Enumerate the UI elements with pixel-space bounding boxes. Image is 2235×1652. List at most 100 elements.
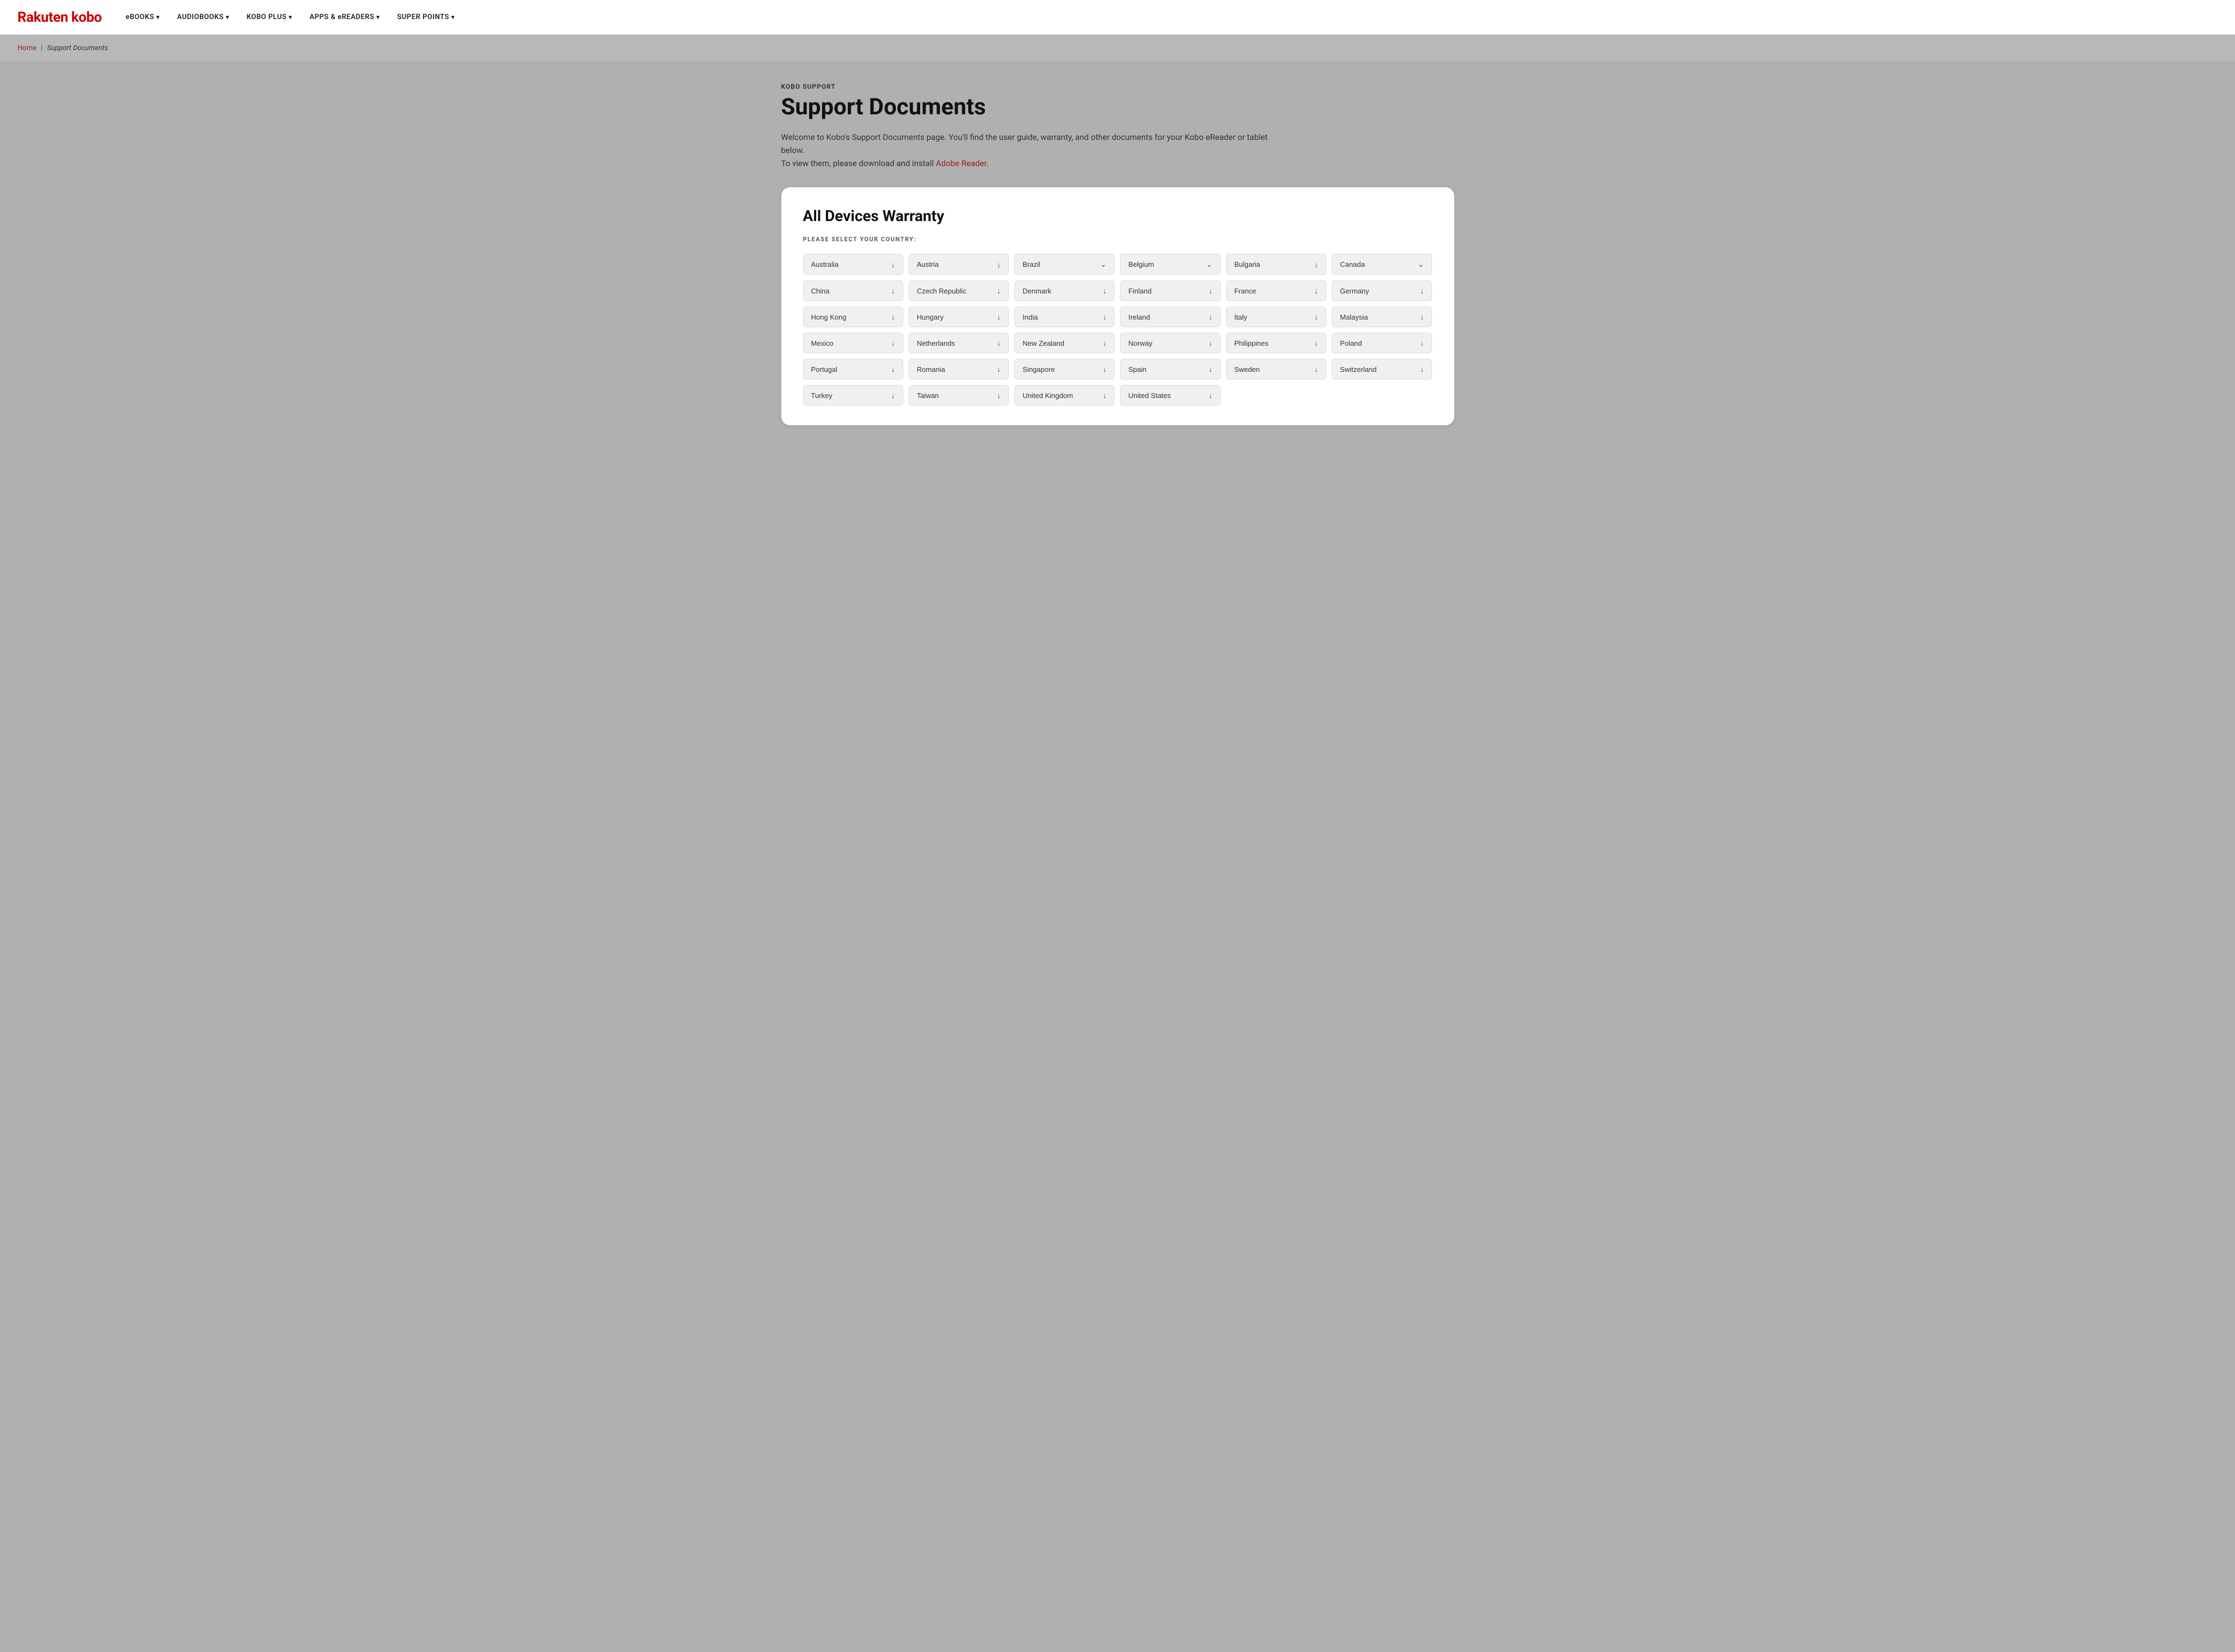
country-button[interactable]: Australia↓ <box>803 254 903 275</box>
download-icon: ↓ <box>1314 365 1318 374</box>
download-icon: ↓ <box>997 286 1001 295</box>
country-button[interactable]: Germany↓ <box>1332 280 1432 301</box>
country-name: United Kingdom <box>1022 391 1098 400</box>
country-button[interactable]: India ↓ <box>1014 307 1115 327</box>
download-icon: ↓ <box>1209 313 1213 321</box>
country-name: Australia <box>811 260 887 268</box>
download-icon: ↓ <box>1209 365 1213 374</box>
page-description: Welcome to Kobo's Support Documents page… <box>781 131 1271 170</box>
main-content: KOBO SUPPORT Support Documents Welcome t… <box>0 61 2235 447</box>
country-button[interactable]: Austria↓ <box>909 254 1009 275</box>
country-button[interactable]: Taiwan ↓ <box>909 385 1009 406</box>
country-name: Taiwan <box>917 391 993 400</box>
country-name: Germany <box>1340 287 1416 295</box>
country-button[interactable]: Canada ⌄ <box>1332 254 1432 275</box>
nav-audiobooks[interactable]: AUDIOBOOKS ▾ <box>170 9 236 26</box>
country-button[interactable]: Netherlands↓ <box>909 333 1009 353</box>
country-name: Switzerland <box>1340 365 1416 374</box>
nav-koboplus[interactable]: KOBO PLUS ▾ <box>240 9 299 26</box>
page-title: Support Documents <box>781 95 1454 120</box>
nav-apps-chevron: ▾ <box>376 14 379 21</box>
download-icon: ↓ <box>997 339 1001 347</box>
download-icon: ↓ <box>997 391 1001 400</box>
country-button[interactable]: Philippines↓ <box>1226 333 1326 353</box>
site-header: Rakuten kobo eBOOKS ▾ AUDIOBOOKS ▾ KOBO … <box>0 0 2235 35</box>
download-icon: ↓ <box>1314 313 1318 321</box>
country-button[interactable]: Belgium⌄ <box>1120 254 1220 275</box>
country-button[interactable]: Italy↓ <box>1226 307 1326 327</box>
country-button[interactable]: Hong Kong ↓ <box>803 307 903 327</box>
country-button[interactable]: Ireland ↓ <box>1120 307 1220 327</box>
warranty-card: All Devices Warranty PLEASE SELECT YOUR … <box>781 187 1454 425</box>
country-button[interactable]: United States↓ <box>1120 385 1220 406</box>
country-button[interactable]: Spain↓ <box>1120 359 1220 380</box>
adobe-reader-link[interactable]: Adobe Reader. <box>936 158 989 168</box>
country-name: Norway <box>1128 339 1204 347</box>
country-name: Turkey <box>811 391 887 400</box>
download-icon: ↓ <box>891 313 895 321</box>
country-button[interactable]: Mexico ↓ <box>803 333 903 353</box>
country-name: China <box>811 287 887 295</box>
country-name: New Zealand <box>1022 339 1098 347</box>
country-button[interactable]: China↓ <box>803 280 903 301</box>
download-icon: ↓ <box>997 260 1001 269</box>
country-name: Hungary <box>917 313 993 321</box>
nav-superpoints-label: SUPER POINTS <box>397 13 449 21</box>
nav-apps-label: APPS & eREADERS <box>309 13 374 21</box>
country-button[interactable]: Bulgaria↓ <box>1226 254 1326 275</box>
country-button[interactable]: United Kingdom ↓ <box>1014 385 1115 406</box>
logo[interactable]: Rakuten kobo <box>17 9 102 26</box>
country-name: India <box>1022 313 1098 321</box>
chevron-down-icon: ⌄ <box>1418 260 1424 269</box>
country-name: Belgium <box>1128 260 1202 268</box>
country-name: Hong Kong <box>811 313 887 321</box>
breadcrumb-home-link[interactable]: Home <box>17 44 36 52</box>
download-icon: ↓ <box>1103 365 1106 374</box>
download-icon: ↓ <box>1103 313 1106 321</box>
country-name: Romania <box>917 365 993 374</box>
nav-ebooks[interactable]: eBOOKS ▾ <box>119 9 166 26</box>
nav-apps[interactable]: APPS & eREADERS ▾ <box>303 9 386 26</box>
download-icon: ↓ <box>1209 391 1213 400</box>
download-icon: ↓ <box>1103 339 1106 347</box>
download-icon: ↓ <box>997 365 1001 374</box>
download-icon: ↓ <box>1209 339 1213 347</box>
country-button[interactable]: Singapore↓ <box>1014 359 1115 380</box>
country-name: Mexico <box>811 339 887 347</box>
country-button[interactable]: Sweden↓ <box>1226 359 1326 380</box>
country-name: Brazil <box>1022 260 1096 268</box>
download-icon: ↓ <box>891 391 895 400</box>
main-nav: eBOOKS ▾ AUDIOBOOKS ▾ KOBO PLUS ▾ APPS &… <box>119 9 461 26</box>
country-button[interactable]: Denmark↓ <box>1014 280 1115 301</box>
download-icon: ↓ <box>1209 286 1213 295</box>
country-button[interactable]: Turkey ↓ <box>803 385 903 406</box>
country-grid: Australia↓Austria↓Brazil⌄Belgium⌄Bulgari… <box>803 254 1432 406</box>
country-name: Portugal <box>811 365 887 374</box>
country-button[interactable]: Malaysia↓ <box>1332 307 1432 327</box>
country-button[interactable]: Brazil⌄ <box>1014 254 1115 275</box>
country-button[interactable]: Finland ↓ <box>1120 280 1220 301</box>
download-icon: ↓ <box>1420 365 1424 374</box>
country-name: Finland <box>1128 287 1204 295</box>
download-icon: ↓ <box>891 339 895 347</box>
country-name: Canada <box>1340 260 1413 268</box>
country-button[interactable]: Switzerland ↓ <box>1332 359 1432 380</box>
country-button[interactable]: Portugal↓ <box>803 359 903 380</box>
download-icon: ↓ <box>997 313 1001 321</box>
country-name: Poland <box>1340 339 1416 347</box>
nav-audiobooks-label: AUDIOBOOKS <box>177 13 224 21</box>
download-icon: ↓ <box>1420 339 1424 347</box>
country-name: Czech Republic <box>917 287 993 295</box>
country-button[interactable]: New Zealand ↓ <box>1014 333 1115 353</box>
country-name: Ireland <box>1128 313 1204 321</box>
country-button[interactable]: France↓ <box>1226 280 1326 301</box>
download-icon: ↓ <box>1314 260 1318 269</box>
country-button[interactable]: Norway ↓ <box>1120 333 1220 353</box>
country-button[interactable]: Romania ↓ <box>909 359 1009 380</box>
country-button[interactable]: Czech Republic ↓ <box>909 280 1009 301</box>
description-text-2: To view them, please download and instal… <box>781 158 936 168</box>
download-icon: ↓ <box>1103 391 1106 400</box>
country-button[interactable]: Hungary ↓ <box>909 307 1009 327</box>
country-button[interactable]: Poland ↓ <box>1332 333 1432 353</box>
nav-superpoints[interactable]: SUPER POINTS ▾ <box>390 9 461 26</box>
